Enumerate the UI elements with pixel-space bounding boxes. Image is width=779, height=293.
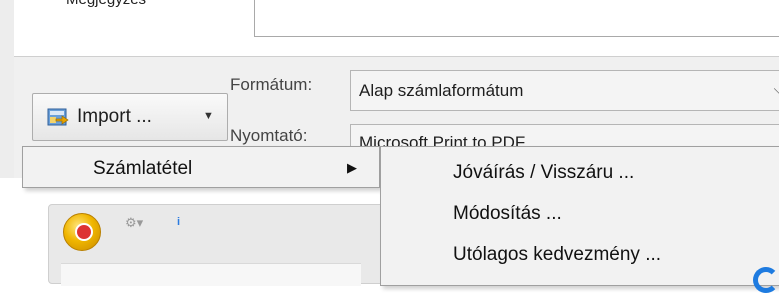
info-icon[interactable]: i <box>177 216 180 228</box>
submenu-item-label: Módosítás ... <box>453 203 562 224</box>
submenu-item-label: Jóváírás / Visszáru ... <box>453 162 635 183</box>
context-menu: Számlatétel ▶ <box>22 146 380 188</box>
menu-item-label: Számlatétel <box>93 158 193 179</box>
orb-emblem <box>75 223 93 241</box>
format-select-value: Alap számlaformátum <box>359 81 524 100</box>
import-icon <box>47 108 69 126</box>
top-panel: Megjegyzés <box>14 0 779 57</box>
chevron-down-icon: ▼ <box>203 110 214 122</box>
menu-item-szamlatetel[interactable]: Számlatétel ▶ <box>25 149 377 185</box>
submenu-item-utolagos-kedvezmeny[interactable]: Utólagos kedvezmény ... <box>381 235 779 273</box>
window-left-edge <box>0 0 15 178</box>
partial-blue-icon <box>753 267 779 293</box>
chevron-right-icon: ▶ <box>347 160 357 175</box>
import-dropdown-button[interactable]: Import ... ▼ <box>32 93 228 141</box>
submenu-item-jovairas[interactable]: Jóváírás / Visszáru ... <box>381 153 779 191</box>
gear-icon[interactable]: ⚙▾ <box>125 215 143 231</box>
submenu-item-modositas[interactable]: Módosítás ... <box>381 194 779 232</box>
format-select[interactable]: Alap számlaformátum ⌵ <box>350 70 779 111</box>
top-field-label: Megjegyzés <box>66 0 146 8</box>
submenu: Jóváírás / Visszáru ... Módosítás ... Ut… <box>380 146 779 293</box>
app-body <box>61 263 361 286</box>
chevron-down-icon: ⌵ <box>774 81 779 98</box>
submenu-item-label: Utólagos kedvezmény ... <box>453 244 662 265</box>
printer-label: Nyomtató: <box>230 126 308 145</box>
underlying-app-window: ⚙▾ i <box>48 204 388 286</box>
import-button-label: Import ... <box>77 106 152 127</box>
top-text-field[interactable] <box>254 0 779 37</box>
app-orb-icon[interactable] <box>63 213 101 251</box>
format-label: Formátum: <box>230 75 313 94</box>
